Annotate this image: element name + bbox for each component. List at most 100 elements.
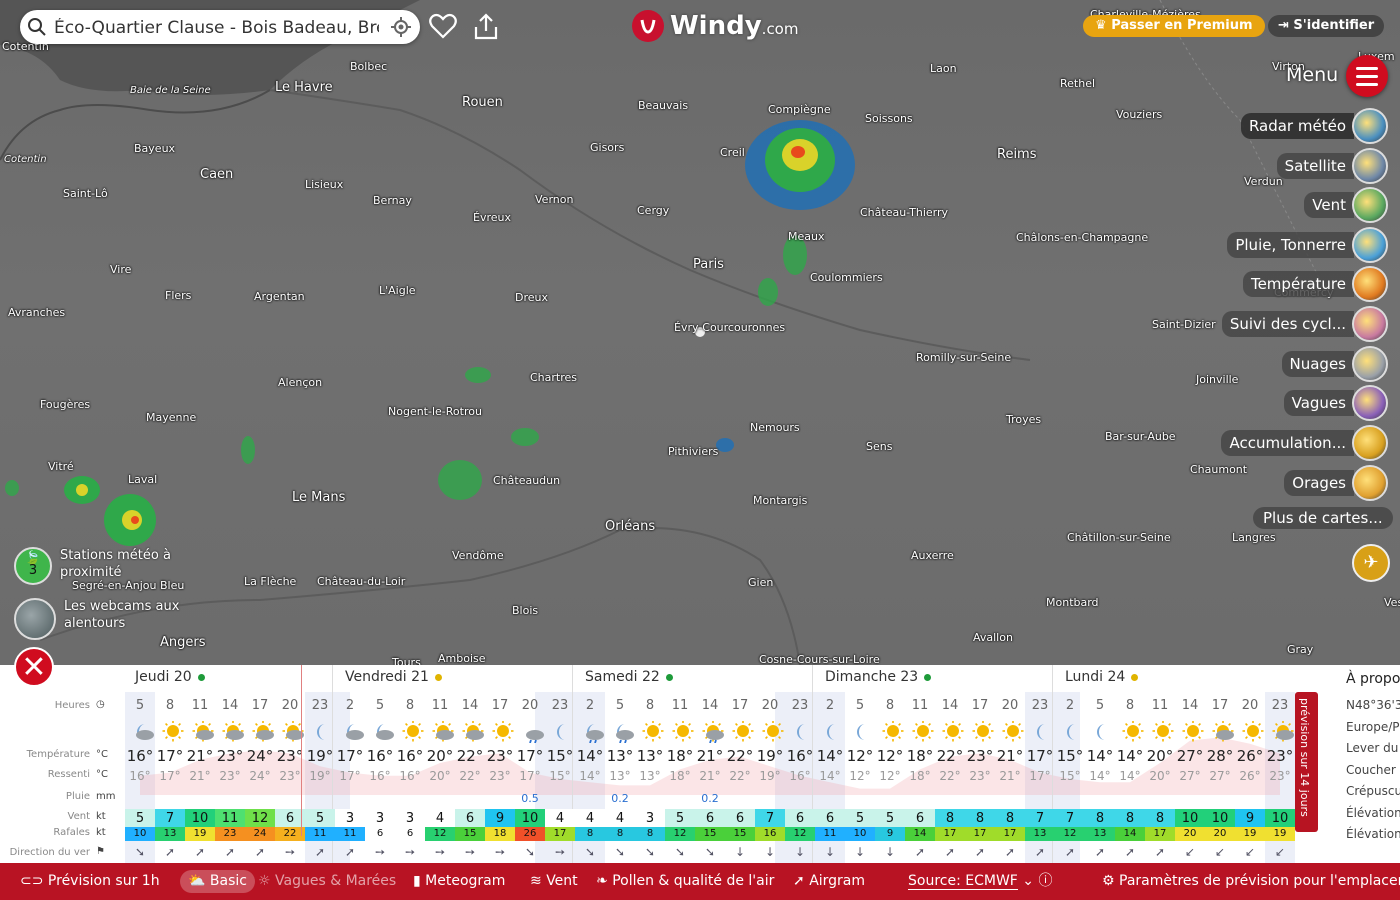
city-label[interactable]: Château-du-Loir [317,575,405,588]
tab-basic[interactable]: ⛅ Basic [180,870,255,893]
city-label[interactable]: Bernay [373,194,412,207]
favorite-heart-icon[interactable] [428,12,458,40]
city-label[interactable]: Gisors [590,141,624,154]
day-header[interactable]: Lundi 24 [1065,669,1139,685]
day-header[interactable]: Samedi 22 [585,669,673,685]
city-label[interactable]: Nogent-le-Rotrou [388,405,482,418]
layer-item[interactable]: Radar météo [1240,108,1388,144]
temperature-thumbnail-icon[interactable] [1352,266,1388,302]
forecast-settings-button[interactable]: ⚙ Paramètres de prévision pour l'emplace… [1102,863,1400,900]
hourly-forecast-toggle[interactable]: ⊂⊃ Prévision sur 1h [20,863,160,900]
city-label[interactable]: La Flèche [244,575,296,588]
layer-item[interactable]: Suivi des cycl... [1221,306,1388,342]
layer-item[interactable]: Satellite [1276,148,1388,184]
search-input[interactable] [52,14,381,42]
city-label[interactable]: Bayeux [134,142,175,155]
city-label[interactable]: Cergy [637,204,669,217]
city-label[interactable]: Soissons [865,112,913,125]
city-label[interactable]: Châteaudun [493,474,560,487]
layer-item[interactable]: Température [1242,266,1388,302]
city-label[interactable]: Dreux [515,291,548,304]
day-header[interactable]: Dimanche 23 [825,669,932,685]
city-label[interactable]: Évry-Courcouronnes [674,321,785,334]
city-label[interactable]: Évreux [473,211,511,224]
close-forecast-button[interactable]: ✕ [14,647,54,687]
city-label[interactable]: Chartres [530,371,577,384]
stations-badge[interactable]: 🍃 3 [14,547,52,585]
city-label[interactable]: Vouziers [1116,108,1162,121]
city-label[interactable]: Vesoul [1384,596,1400,609]
city-label[interactable]: Sens [866,440,892,453]
layer-item[interactable]: Nuages [1281,346,1388,382]
tab-wind[interactable]: ≋ Vent [530,863,578,900]
layer-item[interactable]: Pluie, Tonnerre [1227,227,1388,263]
layer-item[interactable]: Vagues [1283,385,1388,421]
14-day-forecast-tab[interactable]: prévision sur 14 jours [1295,692,1318,832]
city-label[interactable]: Meaux [788,230,824,243]
satellite-thumbnail-icon[interactable] [1352,148,1388,184]
city-label[interactable]: Pithiviers [668,445,718,458]
city-label[interactable]: Saint-Lô [63,187,108,200]
city-label[interactable]: Baie de la Seine [130,85,211,96]
city-label[interactable]: Gien [748,576,773,589]
city-label[interactable]: Romilly-sur-Seine [916,351,1011,364]
city-label[interactable]: Gray [1287,643,1313,656]
radar-thumbnail-icon[interactable] [1352,108,1388,144]
rain-thumbnail-icon[interactable] [1352,227,1388,263]
city-label[interactable]: Compiègne [768,103,831,116]
search-bar[interactable] [20,10,420,44]
city-label[interactable]: Reims [997,147,1037,162]
city-label[interactable]: Joinville [1196,373,1238,386]
city-label[interactable]: Saint-Dizier [1152,318,1216,331]
city-label[interactable]: Cotentin [4,154,47,165]
airport-icon[interactable]: ✈ [1352,544,1390,582]
share-icon[interactable] [472,12,500,42]
city-label[interactable]: Vitré [48,460,74,473]
city-label[interactable]: Rethel [1060,77,1095,90]
city-label[interactable]: Châtillon-sur-Seine [1067,531,1171,544]
waves-thumbnail-icon[interactable] [1352,385,1388,421]
city-label[interactable]: Alençon [278,376,322,389]
menu-button[interactable] [1346,55,1388,97]
city-label[interactable]: Vendôme [452,549,504,562]
cyclone-thumbnail-icon[interactable] [1352,306,1388,342]
day-header[interactable]: Jeudi 20 [135,669,205,685]
nearby-webcams[interactable]: Les webcams aux alentours [14,598,184,640]
city-label[interactable]: Bar-sur-Aube [1105,430,1176,443]
city-label[interactable]: Nemours [750,421,800,434]
signin-button[interactable]: ⇥ S'identifier [1268,15,1385,37]
city-label[interactable]: Langres [1232,531,1276,544]
city-label[interactable]: Avallon [973,631,1013,644]
premium-button[interactable]: ♛ Passer en Premium [1083,15,1265,37]
more-maps-button[interactable]: Plus de cartes... [1253,507,1393,529]
city-label[interactable]: Amboise [438,652,486,665]
city-label[interactable]: Bolbec [350,60,387,73]
layer-item[interactable]: Accumulation... [1221,425,1388,461]
tab-pollen[interactable]: ❧ Pollen & qualité de l'air [596,863,774,900]
webcam-thumbnail[interactable] [14,598,56,640]
city-label[interactable]: Creil [720,146,745,159]
city-label[interactable]: Montbard [1046,596,1099,609]
tab-waves-tides[interactable]: ☼ Vagues & Marées [258,863,396,900]
city-label[interactable]: Coulommiers [810,271,883,284]
city-label[interactable]: Orléans [605,519,655,534]
city-label[interactable]: Beauvais [638,99,688,112]
city-label[interactable]: Laon [930,62,957,75]
day-header[interactable]: Vendredi 21 [345,669,442,685]
city-label[interactable]: Château-Thierry [860,206,948,219]
city-label[interactable]: L'Aigle [379,284,416,297]
source-select[interactable]: Source: ECMWF ⌄ ⓘ [908,863,1053,900]
city-label[interactable]: Troyes [1006,413,1041,426]
city-label[interactable]: Argentan [254,290,305,303]
storms-thumbnail-icon[interactable] [1352,465,1388,501]
city-label[interactable]: Mayenne [146,411,196,424]
nearby-stations[interactable]: 🍃 3 Stations météo à proximité [14,547,180,585]
city-label[interactable]: Lisieux [305,178,343,191]
city-label[interactable]: Vernon [535,193,573,206]
city-label[interactable]: Caen [200,167,233,182]
city-label[interactable]: Paris [693,257,724,272]
tab-airgram[interactable]: ➚ Airgram [793,863,865,900]
city-label[interactable]: Fougères [40,398,90,411]
layer-item[interactable]: Orages [1284,465,1388,501]
city-label[interactable]: Flers [165,289,191,302]
